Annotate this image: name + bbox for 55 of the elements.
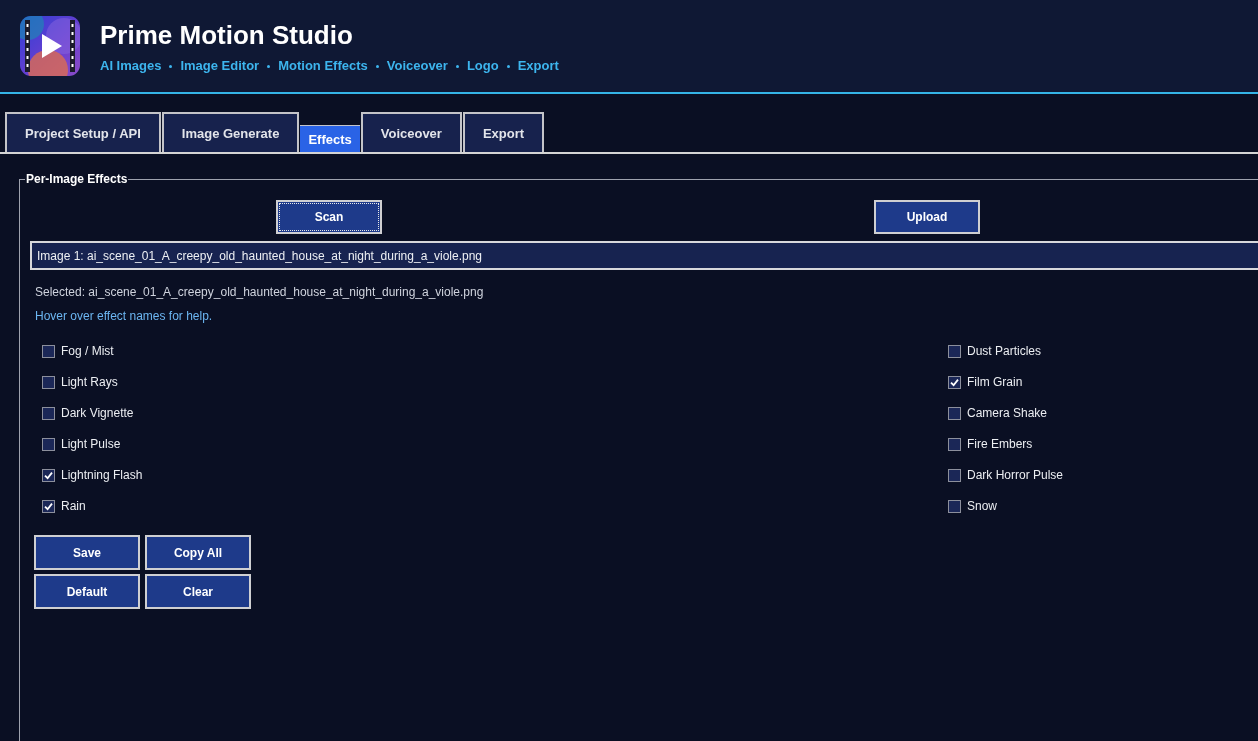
checkbox[interactable] bbox=[42, 500, 55, 513]
checkbox[interactable] bbox=[42, 376, 55, 389]
tab[interactable]: Voiceover bbox=[360, 112, 462, 152]
hint-text: Hover over effect names for help. bbox=[34, 309, 213, 324]
group-title: Per-Image Effects bbox=[25, 172, 129, 187]
checkbox[interactable] bbox=[948, 469, 961, 482]
checkbox[interactable] bbox=[948, 438, 961, 451]
checkbox-label[interactable]: Dust Particles bbox=[967, 344, 1042, 359]
upload-button[interactable]: Upload bbox=[874, 200, 980, 234]
checkbox-label[interactable]: Camera Shake bbox=[967, 406, 1048, 421]
checkbox[interactable] bbox=[948, 376, 961, 389]
checkbox-label[interactable]: Film Grain bbox=[967, 375, 1023, 390]
action-button[interactable]: Save bbox=[34, 535, 140, 570]
checkbox-label[interactable]: Light Rays bbox=[61, 375, 118, 390]
checkbox[interactable] bbox=[948, 407, 961, 420]
nav-link[interactable]: Logo bbox=[466, 58, 499, 74]
checkbox-label[interactable]: Fire Embers bbox=[967, 437, 1033, 452]
nav-link[interactable]: Export bbox=[517, 58, 559, 74]
nav-link[interactable]: Motion Effects bbox=[278, 58, 368, 74]
checkbox-label[interactable]: Snow bbox=[967, 499, 998, 514]
action-button[interactable]: Copy All bbox=[145, 535, 251, 570]
checkbox-label[interactable]: Dark Horror Pulse bbox=[967, 468, 1064, 483]
nav-link[interactable]: AI Images bbox=[100, 58, 162, 74]
dot-separator-icon bbox=[267, 64, 271, 68]
dot-separator-icon bbox=[169, 64, 173, 68]
dot-separator-icon bbox=[506, 64, 510, 68]
checkbox-label[interactable]: Rain bbox=[61, 499, 86, 514]
play-logo-icon bbox=[18, 14, 82, 78]
checkbox-label[interactable]: Dark Vignette bbox=[61, 406, 134, 421]
checkbox[interactable] bbox=[948, 345, 961, 358]
checkmark-icon bbox=[950, 378, 959, 387]
dot-separator-icon bbox=[455, 64, 459, 68]
checkmark-icon bbox=[44, 471, 53, 480]
scan-button[interactable]: Scan bbox=[276, 200, 382, 234]
checkmark-icon bbox=[44, 502, 53, 511]
tab[interactable]: Project Setup / API bbox=[5, 112, 161, 152]
checkbox[interactable] bbox=[42, 407, 55, 420]
dot-separator-icon bbox=[375, 64, 379, 68]
nav-link[interactable]: Voiceover bbox=[386, 58, 448, 74]
image-select-field[interactable]: Image 1: ai_scene_01_A_creepy_old_haunted_house_at_night_during_a_viole.png bbox=[30, 241, 1258, 270]
checkbox-label[interactable]: Lightning Flash bbox=[61, 468, 143, 483]
checkbox[interactable] bbox=[42, 469, 55, 482]
action-button[interactable]: Clear bbox=[145, 574, 251, 609]
checkbox[interactable] bbox=[42, 438, 55, 451]
app-title: Prime Motion Studio bbox=[100, 20, 354, 50]
tab[interactable]: Image Generate bbox=[161, 112, 300, 152]
nav-link[interactable]: Image Editor bbox=[180, 58, 260, 74]
checkbox[interactable] bbox=[948, 500, 961, 513]
selected-file-text: Selected: ai_scene_01_A_creepy_old_haunted_house_at_night_during_a_viole.png bbox=[34, 285, 484, 300]
checkbox-label[interactable]: Light Pulse bbox=[61, 437, 121, 452]
checkbox[interactable] bbox=[42, 345, 55, 358]
action-button[interactable]: Default bbox=[34, 574, 140, 609]
checkbox-label[interactable]: Fog / Mist bbox=[61, 344, 114, 359]
tab[interactable]: Effects bbox=[300, 125, 360, 152]
tab[interactable]: Export bbox=[462, 112, 545, 152]
